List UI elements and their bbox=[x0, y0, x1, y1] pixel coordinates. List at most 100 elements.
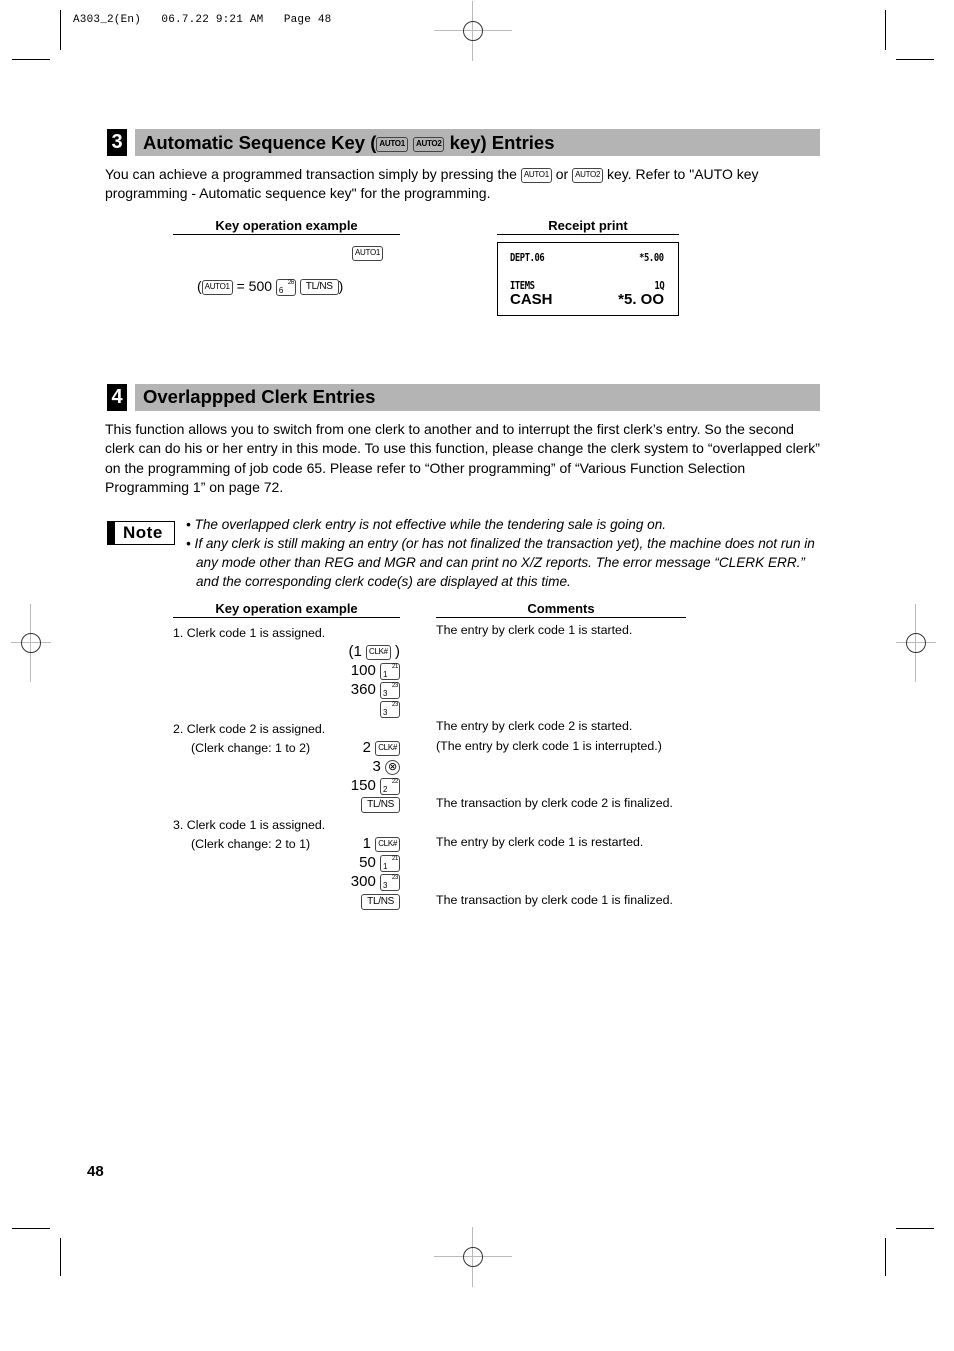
step-label: 2. Clerk code 2 is assigned. bbox=[173, 722, 326, 736]
note-badge: Note bbox=[107, 521, 175, 545]
clerk-key-icon: CLK# bbox=[375, 836, 400, 852]
op-value: 2 bbox=[362, 739, 376, 756]
note-item: • The overlapped clerk entry is not effe… bbox=[186, 517, 667, 532]
key-operation-row: 360 3 23 bbox=[351, 680, 400, 699]
note-item: • If any clerk is still making an entry … bbox=[186, 536, 815, 589]
crop-mark bbox=[60, 1238, 61, 1276]
key-operation-row: 100 1 21 bbox=[351, 661, 400, 680]
key-operation-heading: Key operation example bbox=[173, 601, 400, 618]
note-bar bbox=[108, 522, 115, 544]
auto1-key-icon: AUTO1 bbox=[352, 246, 384, 262]
key-operation-heading: Key operation example bbox=[173, 218, 400, 235]
key-operation-row: 2 CLK# bbox=[363, 738, 400, 757]
clerk-key-icon: CLK# bbox=[375, 740, 400, 756]
department-key-icon: 3 23 bbox=[380, 700, 400, 718]
step-label: 1. Clerk code 1 is assigned. bbox=[173, 626, 326, 640]
key-operation-row: 50 1 21 bbox=[359, 853, 400, 872]
section-number: 4 bbox=[107, 384, 127, 411]
auto1-key-icon: AUTO1 bbox=[376, 136, 408, 152]
paren: ) bbox=[390, 643, 400, 660]
crop-mark bbox=[12, 1228, 50, 1229]
key-sup-label: 21 bbox=[391, 855, 398, 862]
key-sup-label: 23 bbox=[391, 701, 398, 708]
op-value: 3 bbox=[372, 758, 385, 775]
key-operation-step: AUTO1 bbox=[352, 245, 384, 263]
registration-mark-bottom bbox=[434, 1227, 512, 1287]
comment: The transaction by clerk code 1 is final… bbox=[436, 893, 673, 907]
registration-mark-left bbox=[11, 604, 51, 682]
paren: ( bbox=[197, 278, 202, 294]
print-header: A303_2(En) 06.7.22 9:21 AM Page 48 bbox=[73, 14, 332, 26]
key-operation-row: (1 CLK# ) bbox=[349, 642, 401, 661]
receipt-print-heading: Receipt print bbox=[497, 218, 679, 235]
key-sup-label: 23 bbox=[391, 874, 398, 881]
comment: The transaction by clerk code 2 is final… bbox=[436, 796, 673, 810]
op-value: 360 bbox=[350, 681, 380, 698]
registration-mark-right bbox=[896, 604, 936, 682]
key-operation-row: TL/NS bbox=[361, 795, 400, 814]
step-sublabel: (Clerk change: 2 to 1) bbox=[191, 837, 311, 851]
clerk-key-icon: CLK# bbox=[366, 644, 391, 660]
crop-mark bbox=[896, 1228, 934, 1229]
section-title: Overlappped Clerk Entries bbox=[143, 386, 376, 407]
section-number: 3 bbox=[107, 129, 127, 156]
op-value: 100 bbox=[350, 662, 380, 679]
key-sup-label: 26 bbox=[287, 279, 294, 286]
key-operation-row: TL/NS bbox=[361, 892, 400, 911]
crop-mark bbox=[885, 1238, 886, 1276]
key-operation-row: 150 2 22 bbox=[351, 776, 400, 795]
intro-text: or bbox=[551, 166, 573, 182]
paren: ) bbox=[338, 278, 344, 294]
section-title: Automatic Sequence Key (AUTO1 AUTO2 key)… bbox=[143, 129, 555, 156]
section-intro: You can achieve a programmed transaction… bbox=[105, 165, 820, 204]
intro-text: You can achieve a programmed transaction… bbox=[105, 166, 521, 182]
key-operation-definition: (AUTO1 = 500 6 26 TL/NS) bbox=[197, 278, 343, 296]
registration-mark-top bbox=[434, 1, 512, 61]
receipt-print: DEPT.06 *5.00 ITEMS 1Q CASH *5. OO bbox=[497, 242, 679, 316]
key-main-label: 1 bbox=[383, 861, 388, 871]
section-title-text: Automatic Sequence Key ( bbox=[143, 132, 377, 153]
auto2-key-icon: AUTO2 bbox=[413, 136, 445, 152]
department-key-icon: 1 21 bbox=[380, 854, 400, 872]
key-main-label: 3 bbox=[383, 688, 388, 698]
auto1-key-icon: AUTO1 bbox=[201, 279, 233, 295]
key-main-label: 3 bbox=[383, 707, 388, 717]
department-key-icon: 6 26 bbox=[275, 278, 296, 296]
key-operation-row: 300 3 23 bbox=[351, 872, 400, 891]
comment: The entry by clerk code 2 is started. bbox=[436, 719, 633, 733]
comments-heading: Comments bbox=[436, 601, 686, 618]
crop-mark bbox=[885, 10, 886, 50]
crop-mark bbox=[896, 59, 934, 60]
auto2-key-icon: AUTO2 bbox=[572, 167, 604, 183]
section-intro: This function allows you to switch from … bbox=[105, 421, 820, 495]
multiply-key-icon: ⊗ bbox=[385, 759, 400, 775]
note-label: Note bbox=[123, 523, 163, 542]
key-operation-row: 1 CLK# bbox=[363, 834, 400, 853]
receipt-value: *5. OO bbox=[618, 291, 664, 308]
department-key-icon: 2 22 bbox=[380, 777, 400, 795]
crop-mark bbox=[12, 59, 50, 60]
op-value: 300 bbox=[350, 873, 380, 890]
key-sup-label: 23 bbox=[391, 682, 398, 689]
key-main-label: 3 bbox=[383, 880, 388, 890]
op-value: 50 bbox=[359, 854, 380, 871]
receipt-row: DEPT.06 *5.00 bbox=[510, 251, 664, 264]
receipt-label: CASH bbox=[510, 291, 553, 308]
page-number: 48 bbox=[87, 1163, 104, 1180]
key-operation-row: 3 ⊗ bbox=[372, 757, 400, 776]
op-value: (1 bbox=[348, 643, 367, 660]
auto1-key-icon: AUTO1 bbox=[520, 167, 552, 183]
department-key-icon: 1 21 bbox=[380, 662, 400, 680]
key-sup-label: 21 bbox=[391, 663, 398, 670]
step-sublabel: (Clerk change: 1 to 2) bbox=[191, 741, 311, 755]
department-key-icon: 3 23 bbox=[380, 681, 400, 699]
definition-text: = 500 bbox=[232, 278, 276, 294]
comment: The entry by clerk code 1 is restarted. bbox=[436, 835, 644, 849]
op-value: 150 bbox=[350, 777, 380, 794]
tl-ns-key-icon: TL/NS bbox=[361, 894, 400, 911]
receipt-row: CASH *5. OO bbox=[510, 291, 664, 308]
receipt-label: DEPT.06 bbox=[510, 251, 545, 264]
comment: (The entry by clerk code 1 is interrupte… bbox=[436, 739, 662, 753]
comment: The entry by clerk code 1 is started. bbox=[436, 623, 633, 637]
section-title-text: key) Entries bbox=[444, 132, 555, 153]
